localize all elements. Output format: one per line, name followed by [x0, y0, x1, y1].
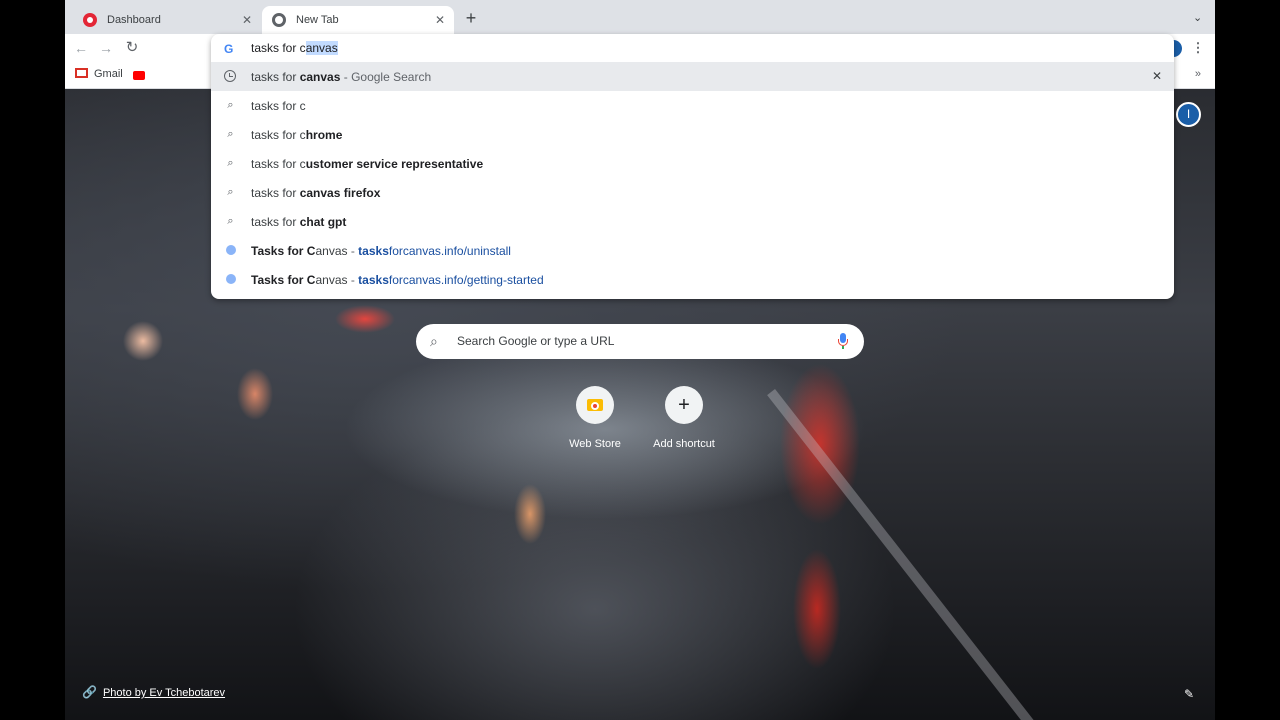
pencil-edit-icon[interactable]: ✎	[1184, 687, 1198, 701]
microphone-icon[interactable]	[838, 333, 848, 349]
plus-icon: +	[678, 394, 690, 416]
canvas-logo-icon	[83, 13, 97, 27]
add-shortcut-button[interactable]: + Add shortcut	[639, 386, 729, 450]
suggestion-text: Tasks for Canvas - tasksforcanvas.info/u…	[251, 244, 511, 258]
gmail-icon	[75, 68, 88, 78]
suggestion-text: tasks for canvas - Google Search	[251, 70, 432, 84]
shortcut-label: Web Store	[569, 438, 621, 450]
back-arrow-icon[interactable]: ←	[71, 38, 91, 58]
tab-title: New Tab	[296, 14, 339, 26]
suggestion-text: tasks for customer service representativ…	[251, 157, 484, 171]
browser-window: Dashboard ✕ New Tab ✕ + ⌄ ← → ↻ ✚ ▣ I ⋮ …	[65, 0, 1215, 720]
background-photo	[767, 389, 1034, 720]
remove-suggestion-icon[interactable]: ✕	[1152, 69, 1162, 83]
autocomplete-selection: anvas	[305, 41, 338, 55]
suggestion-text: tasks for canvas firefox	[251, 186, 381, 200]
bookmark-label: Gmail	[94, 68, 123, 80]
suggestion-row[interactable]: ⌕ tasks for chrome	[211, 120, 1174, 149]
omnibox-dropdown: G tasks for canvas tasks for canvas - Go…	[211, 34, 1174, 299]
bookmark-gmail[interactable]: Gmail	[75, 68, 123, 80]
forward-arrow-icon[interactable]: →	[96, 38, 116, 58]
ntp-search-box[interactable]: ⌕ Search Google or type a URL	[416, 324, 864, 359]
search-icon: ⌕	[227, 215, 234, 227]
google-g-icon: G	[224, 42, 234, 56]
suggestion-row[interactable]: tasks for canvas - Google Search ✕	[211, 62, 1174, 91]
photo-credit-text: Photo by Ev Tchebotarev	[102, 687, 226, 699]
shortcut-label: Add shortcut	[653, 438, 715, 450]
shortcut-tile: +	[665, 386, 703, 424]
omnibox-input[interactable]: tasks for canvas	[251, 41, 338, 55]
search-icon: ⌕	[227, 186, 234, 198]
youtube-icon[interactable]	[133, 71, 145, 80]
search-icon: ⌕	[430, 333, 438, 349]
tab-dashboard[interactable]: Dashboard ✕	[73, 6, 261, 34]
photo-credit-link[interactable]: 🔗 Photo by Ev Tchebotarev	[82, 685, 225, 699]
avatar[interactable]: I	[1176, 102, 1201, 127]
chrome-icon	[272, 13, 286, 27]
kebab-menu-icon[interactable]: ⋮	[1188, 38, 1208, 58]
suggestion-text: tasks for chat gpt	[251, 215, 347, 229]
web-store-icon	[587, 399, 603, 411]
typed-text: tasks for c	[251, 41, 306, 55]
close-icon[interactable]: ✕	[239, 12, 255, 28]
history-clock-icon	[224, 70, 236, 82]
tab-strip: Dashboard ✕ New Tab ✕ + ⌄	[65, 0, 1215, 34]
suggestion-text: tasks for chrome	[251, 128, 343, 142]
link-icon: 🔗	[82, 685, 97, 699]
new-tab-button[interactable]: +	[462, 9, 480, 27]
shortcut-tile	[576, 386, 614, 424]
suggestion-row[interactable]: Tasks for Canvas - tasksforcanvas.info/u…	[211, 236, 1174, 265]
site-favicon-icon	[226, 274, 236, 284]
tab-new-tab[interactable]: New Tab ✕	[262, 6, 454, 34]
shortcut-web-store[interactable]: Web Store	[550, 386, 640, 450]
search-icon: ⌕	[227, 128, 234, 140]
bookmarks-overflow-button[interactable]: »	[1195, 68, 1201, 80]
address-bar[interactable]: G tasks for canvas	[211, 34, 1174, 62]
close-icon[interactable]: ✕	[432, 12, 448, 28]
suggestion-row[interactable]: ⌕ tasks for canvas firefox	[211, 178, 1174, 207]
reload-icon[interactable]: ↻	[122, 38, 142, 58]
search-icon: ⌕	[227, 99, 234, 111]
search-input[interactable]: Search Google or type a URL	[457, 334, 614, 348]
suggestion-text: tasks for c	[251, 99, 306, 113]
suggestion-row[interactable]: Tasks for Canvas - tasksforcanvas.info/g…	[211, 265, 1174, 294]
suggestion-text: Tasks for Canvas - tasksforcanvas.info/g…	[251, 273, 544, 287]
suggestion-row[interactable]: ⌕ tasks for customer service representat…	[211, 149, 1174, 178]
chevron-down-icon[interactable]: ⌄	[1193, 11, 1207, 25]
tab-title: Dashboard	[107, 14, 161, 26]
suggestion-row[interactable]: ⌕ tasks for c	[211, 91, 1174, 120]
suggestion-row[interactable]: ⌕ tasks for chat gpt	[211, 207, 1174, 236]
search-icon: ⌕	[227, 157, 234, 169]
site-favicon-icon	[226, 245, 236, 255]
